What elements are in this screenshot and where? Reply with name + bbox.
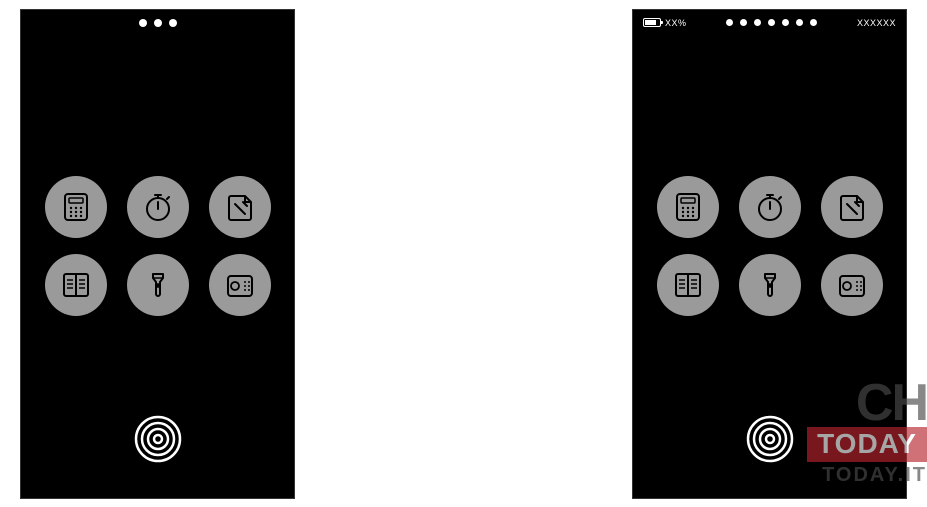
notes-icon	[223, 190, 257, 224]
stopwatch-icon	[141, 190, 175, 224]
flashlight-icon	[141, 268, 175, 302]
radio-app[interactable]	[821, 254, 883, 316]
radio-icon	[223, 268, 257, 302]
calculator-icon	[671, 190, 705, 224]
radio-icon	[835, 268, 869, 302]
page-dot	[740, 19, 747, 26]
fingerprint-sensor[interactable]	[134, 415, 182, 463]
battery-indicator: XX%	[643, 18, 687, 28]
calculator-app[interactable]	[657, 176, 719, 238]
battery-icon	[643, 18, 661, 27]
time-text: XXXXXX	[857, 18, 896, 28]
fingerprint-icon	[134, 415, 182, 463]
notes-app[interactable]	[821, 176, 883, 238]
page-dot	[726, 19, 733, 26]
contacts-app[interactable]	[45, 254, 107, 316]
stopwatch-app[interactable]	[127, 176, 189, 238]
flashlight-icon	[753, 268, 787, 302]
flashlight-app[interactable]	[739, 254, 801, 316]
page-dot	[810, 19, 817, 26]
page-dot	[768, 19, 775, 26]
contacts-icon	[671, 268, 705, 302]
calculator-app[interactable]	[45, 176, 107, 238]
notes-app[interactable]	[209, 176, 271, 238]
page-dot	[782, 19, 789, 26]
app-grid	[45, 176, 271, 316]
radio-app[interactable]	[209, 254, 271, 316]
page-dot	[154, 19, 162, 27]
page-dot	[169, 19, 177, 27]
contacts-app[interactable]	[657, 254, 719, 316]
page-indicator	[139, 19, 177, 27]
page-dot	[139, 19, 147, 27]
status-bar	[21, 10, 294, 36]
notes-icon	[835, 190, 869, 224]
fingerprint-sensor[interactable]	[746, 415, 794, 463]
page-indicator	[726, 19, 817, 26]
status-bar: XX% XXXXXX	[633, 10, 906, 36]
stopwatch-icon	[753, 190, 787, 224]
flashlight-app[interactable]	[127, 254, 189, 316]
phone-mockup-b: XX% XXXXXX	[632, 9, 907, 499]
page-dot	[796, 19, 803, 26]
calculator-icon	[59, 190, 93, 224]
battery-text: XX%	[665, 18, 687, 28]
fingerprint-icon	[746, 415, 794, 463]
app-grid	[657, 176, 883, 316]
phone-mockup-a	[20, 9, 295, 499]
page-dot	[754, 19, 761, 26]
contacts-icon	[59, 268, 93, 302]
stopwatch-app[interactable]	[739, 176, 801, 238]
